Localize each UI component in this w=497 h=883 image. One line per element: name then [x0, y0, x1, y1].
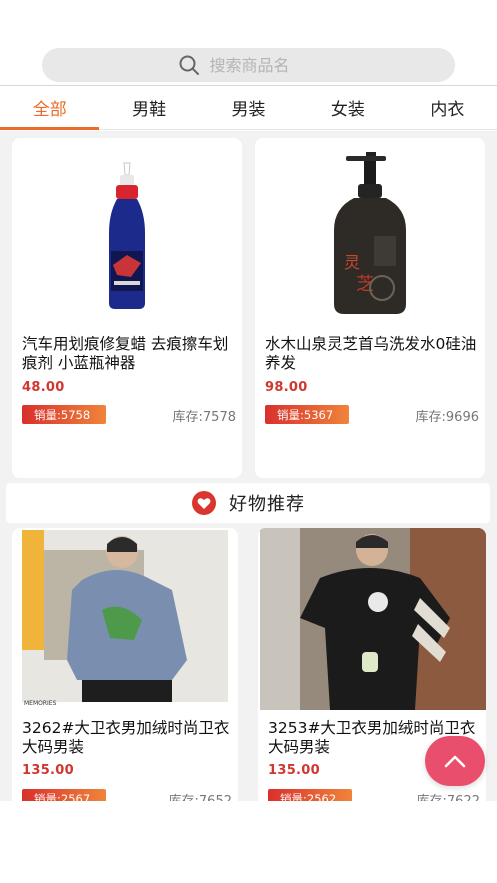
header — [0, 0, 497, 86]
app-screen: 全部 男鞋 男装 女装 内衣 汽车用划痕修复蜡 去痕擦车划痕剂 小蓝瓶神器 48… — [0, 0, 497, 883]
product-price: 98.00 — [265, 380, 308, 395]
recommend-card[interactable]: MEMORIES 3262#大卫衣男加绒时尚卫衣大码男装 135.00 销量:2… — [12, 528, 238, 801]
recommend-section-header: 好物推荐 — [6, 483, 490, 523]
product-price: 48.00 — [22, 380, 65, 395]
search-bar[interactable] — [42, 48, 455, 82]
blue-bottle-image — [109, 162, 145, 309]
stock-label: 库存:7622 — [417, 790, 480, 801]
sweatshirt-photo — [260, 528, 486, 710]
heart-icon — [192, 491, 216, 515]
tab-womenswear[interactable]: 女装 — [298, 86, 397, 129]
svg-text:灵: 灵 — [344, 253, 360, 272]
product-title[interactable]: 水木山泉灵芝首乌洗发水0硅油养发 — [265, 335, 477, 373]
tab-menswear[interactable]: 男装 — [199, 86, 298, 129]
stock-label: 库存:7652 — [169, 790, 232, 801]
stock-label: 库存:9696 — [415, 410, 479, 425]
search-icon — [179, 55, 199, 75]
product-feed[interactable]: 汽车用划痕修复蜡 去痕擦车划痕剂 小蓝瓶神器 48.00 销量:5758 库存:… — [0, 131, 497, 801]
hoodie-photo — [22, 530, 228, 702]
section-title: 好物推荐 — [229, 494, 305, 515]
stock-label: 库存:7578 — [172, 410, 236, 425]
product-card[interactable]: 灵 芝 水木山泉灵芝首乌洗发水0硅油养发 98.00 销量:5367 库存:96… — [255, 138, 485, 478]
tab-underwear[interactable]: 内衣 — [398, 86, 497, 129]
chevron-up-icon — [444, 755, 466, 768]
sales-badge: 销量:2567 — [22, 789, 106, 801]
product-price: 135.00 — [268, 763, 320, 778]
sales-badge: 销量:5367 — [265, 405, 349, 424]
category-tabs: 全部 男鞋 男装 女装 内衣 — [0, 86, 497, 130]
bottom-blank-area — [0, 801, 497, 883]
image-caption: MEMORIES — [24, 700, 57, 707]
tab-all[interactable]: 全部 — [0, 86, 100, 130]
product-card[interactable]: 汽车用划痕修复蜡 去痕擦车划痕剂 小蓝瓶神器 48.00 销量:5758 库存:… — [12, 138, 242, 478]
sales-badge: 销量:2562 — [268, 789, 352, 801]
product-title[interactable]: 汽车用划痕修复蜡 去痕擦车划痕剂 小蓝瓶神器 — [22, 335, 234, 373]
product-title[interactable]: 3262#大卫衣男加绒时尚卫衣大码男装 — [22, 719, 230, 757]
sales-badge: 销量:5758 — [22, 405, 106, 424]
back-to-top-button[interactable] — [425, 736, 485, 786]
search-input[interactable] — [209, 55, 320, 75]
product-image: 灵 芝 — [255, 138, 485, 328]
product-price: 135.00 — [22, 763, 74, 778]
product-image — [12, 138, 242, 328]
product-image — [22, 530, 228, 702]
tab-mens-shoes[interactable]: 男鞋 — [99, 86, 198, 129]
shampoo-bottle-image: 灵 芝 — [334, 152, 406, 314]
product-image — [260, 528, 486, 710]
